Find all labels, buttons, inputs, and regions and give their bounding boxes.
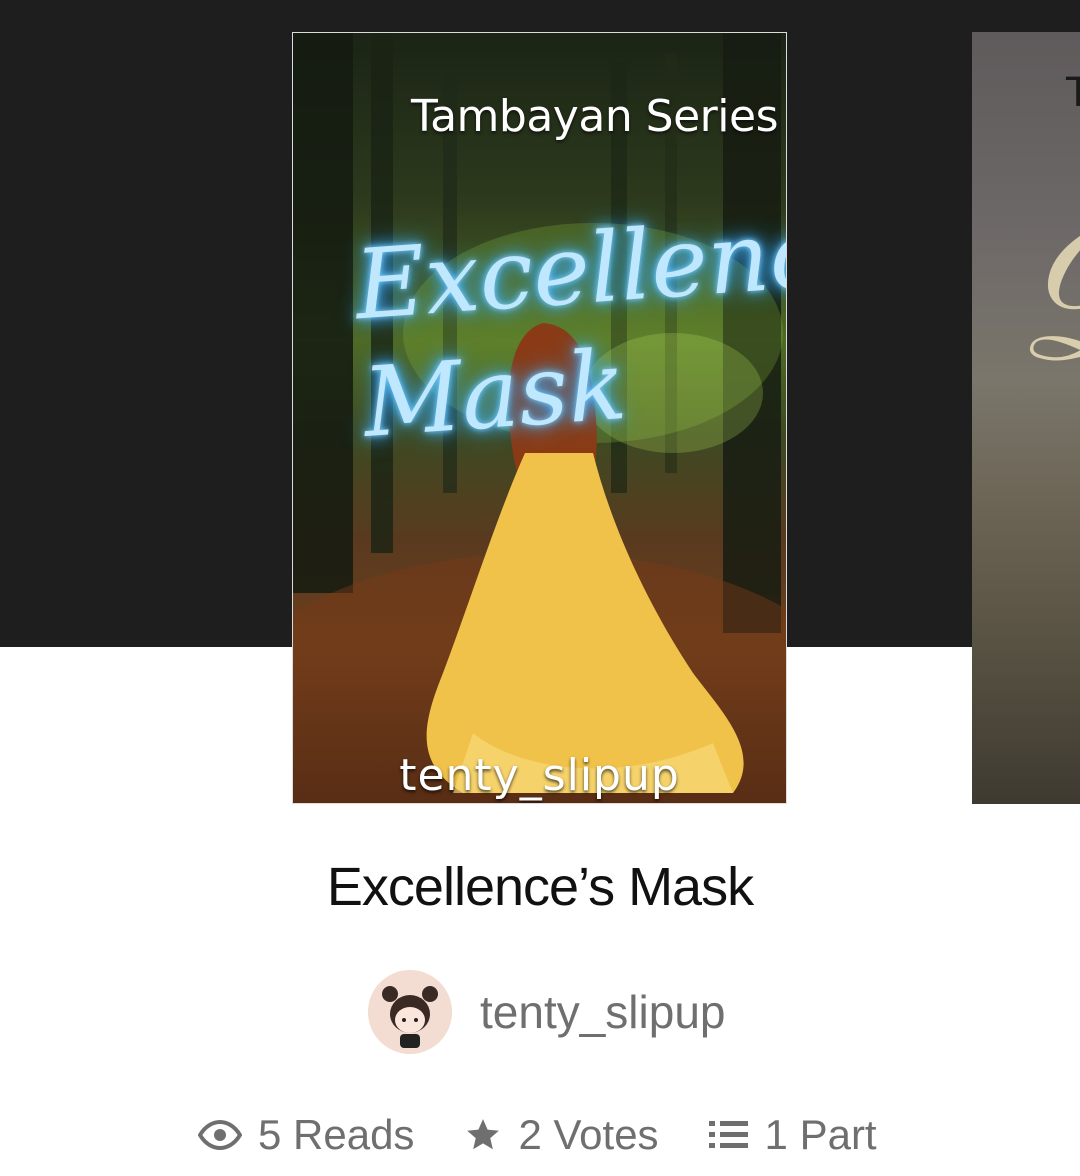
- votes-count: 2 Votes: [518, 1111, 659, 1158]
- cover-series-text: Tambayan Series: [411, 91, 779, 142]
- avatar-illustration: [368, 970, 452, 1054]
- votes-stat: 2 Votes: [464, 1111, 659, 1159]
- next-cover-letter: T: [1066, 70, 1080, 116]
- eye-icon: [198, 1120, 242, 1150]
- list-icon: [708, 1121, 748, 1148]
- author-name[interactable]: tenty_slipup: [480, 985, 726, 1039]
- author-link[interactable]: tenty_slipup: [368, 970, 726, 1054]
- cover-title-text: Excellence's Mask: [351, 187, 787, 459]
- story-cover[interactable]: Tambayan Series Excellence's Mask tenty_…: [292, 32, 787, 804]
- parts-count: 1 Part: [764, 1111, 877, 1158]
- star-icon: [467, 1119, 500, 1150]
- reads-count: 5 Reads: [258, 1111, 415, 1158]
- cover-author-text: tenty_slipup: [399, 750, 680, 801]
- story-title: Excellence’s Mask: [326, 857, 754, 917]
- avatar[interactable]: [368, 970, 452, 1054]
- next-story-cover[interactable]: T 𝒟: [972, 32, 1080, 804]
- story-stats: 5 Reads 2 Votes 1 Part: [198, 1108, 877, 1162]
- reads-stat: 5 Reads: [198, 1111, 414, 1159]
- parts-stat: 1 Part: [708, 1111, 877, 1159]
- next-cover-script: 𝒟: [1012, 182, 1080, 392]
